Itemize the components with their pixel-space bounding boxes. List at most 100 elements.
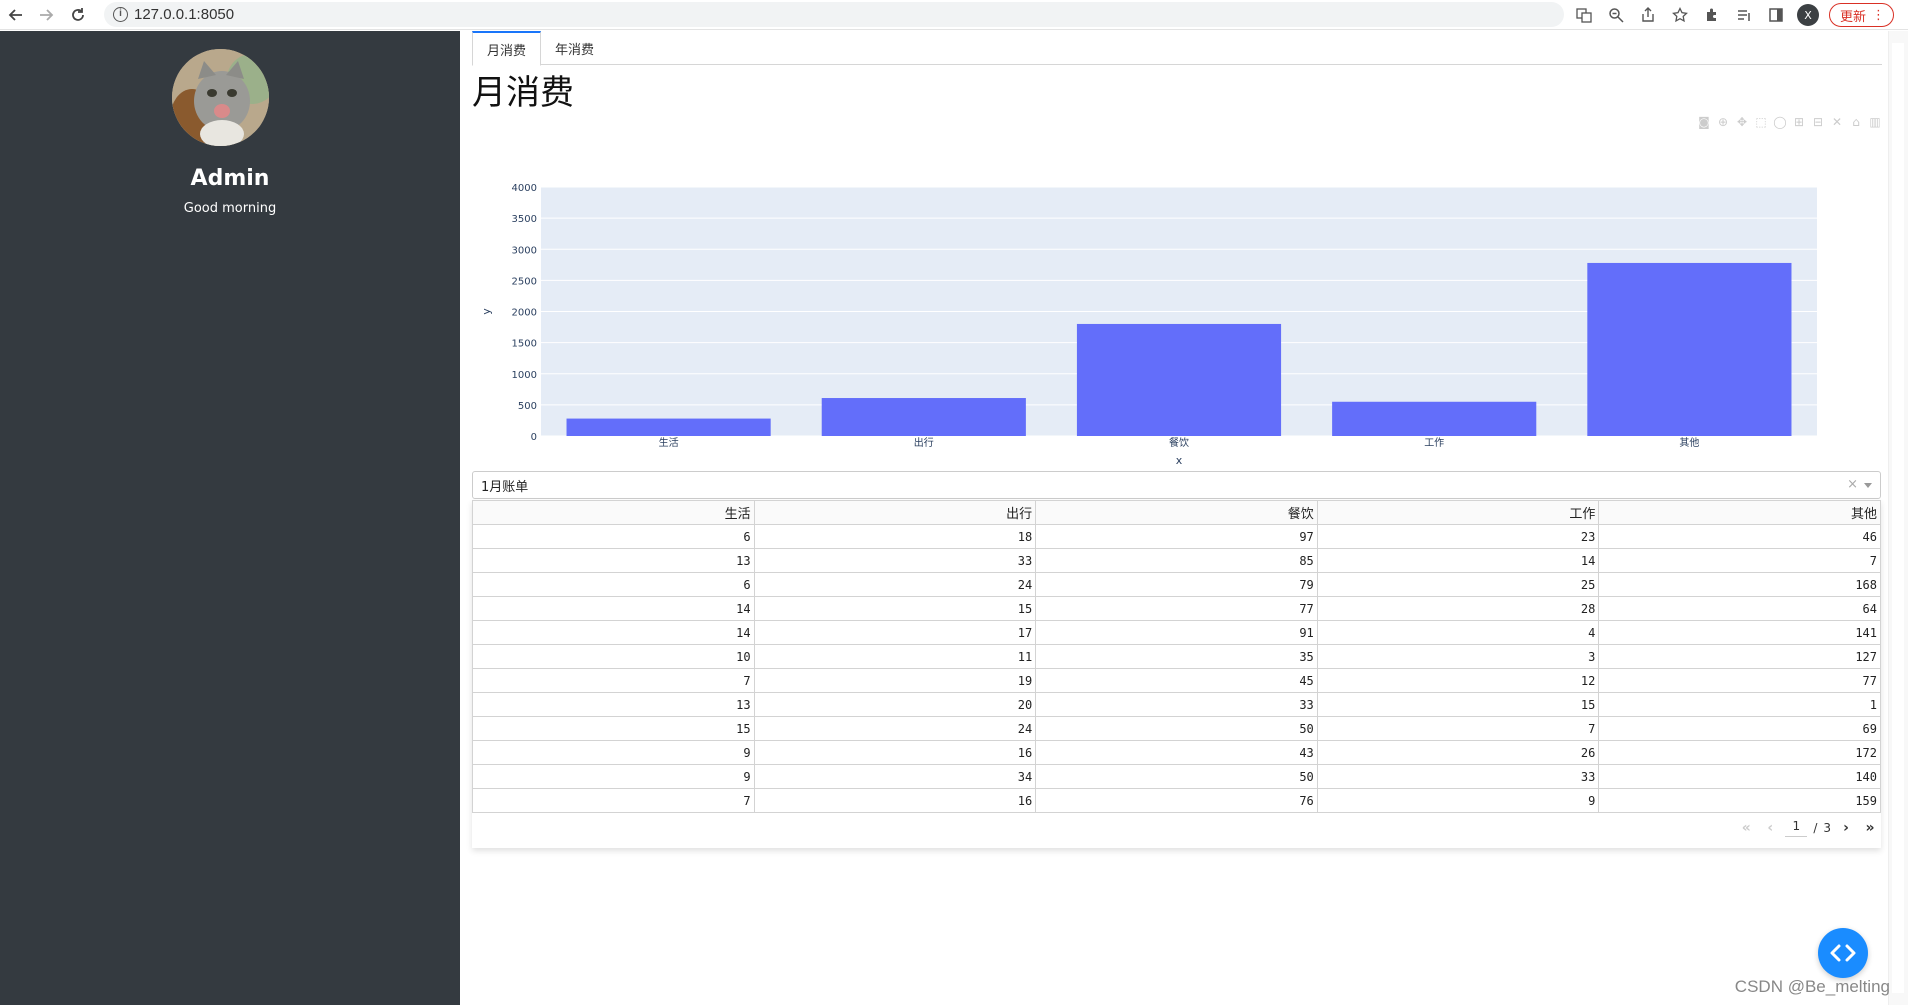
table-cell[interactable]: 7 <box>1316 716 1600 741</box>
table-cell[interactable]: 17 <box>753 620 1037 645</box>
column-header[interactable]: 工作 <box>1316 500 1600 525</box>
table-cell[interactable]: 7 <box>1598 548 1881 573</box>
table-cell[interactable]: 141 <box>1598 620 1881 645</box>
table-cell[interactable]: 45 <box>1035 668 1318 693</box>
extensions-icon[interactable] <box>1701 4 1723 26</box>
table-cell[interactable]: 19 <box>753 668 1037 693</box>
column-header[interactable]: 餐饮 <box>1035 500 1318 525</box>
zoom-icon[interactable] <box>1605 4 1627 26</box>
table-cell[interactable]: 9 <box>472 764 755 789</box>
clear-icon[interactable]: × <box>1847 477 1858 492</box>
table-cell[interactable]: 168 <box>1598 572 1881 597</box>
table-cell[interactable]: 20 <box>753 692 1037 717</box>
reading-list-icon[interactable] <box>1733 4 1755 26</box>
table-cell[interactable]: 33 <box>1316 764 1600 789</box>
table-cell[interactable]: 28 <box>1316 596 1600 621</box>
table-cell[interactable]: 50 <box>1035 764 1318 789</box>
table-cell[interactable]: 10 <box>472 644 755 669</box>
page-scrollbar[interactable] <box>1888 31 1908 1005</box>
table-cell[interactable]: 33 <box>753 548 1037 573</box>
table-cell[interactable]: 14 <box>1316 548 1600 573</box>
reload-icon[interactable] <box>66 3 90 27</box>
table-cell[interactable]: 91 <box>1035 620 1318 645</box>
lasso-icon[interactable]: ◯ <box>1773 115 1787 129</box>
zoom-icon[interactable]: ⊕ <box>1716 115 1730 129</box>
table-cell[interactable]: 24 <box>753 716 1037 741</box>
table-cell[interactable]: 34 <box>753 764 1037 789</box>
share-icon[interactable] <box>1637 4 1659 26</box>
table-cell[interactable]: 14 <box>472 596 755 621</box>
table-cell[interactable]: 13 <box>472 548 755 573</box>
first-page-button[interactable]: « <box>1737 818 1755 838</box>
chevron-down-icon[interactable] <box>1864 483 1872 488</box>
table-cell[interactable]: 127 <box>1598 644 1881 669</box>
update-button[interactable]: 更新 ⋮ <box>1828 3 1894 27</box>
table-cell[interactable]: 6 <box>472 524 755 549</box>
pan-icon[interactable]: ✥ <box>1735 115 1749 129</box>
tab-yearly[interactable]: 年消费 <box>541 31 608 65</box>
table-cell[interactable]: 15 <box>1316 692 1600 717</box>
table-cell[interactable]: 15 <box>472 716 755 741</box>
table-cell[interactable]: 15 <box>753 596 1037 621</box>
back-icon[interactable] <box>4 3 28 27</box>
table-cell[interactable]: 18 <box>753 524 1037 549</box>
table-cell[interactable]: 3 <box>1316 644 1600 669</box>
table-cell[interactable]: 140 <box>1598 764 1881 789</box>
table-cell[interactable]: 97 <box>1035 524 1318 549</box>
table-cell[interactable]: 77 <box>1598 668 1881 693</box>
column-header[interactable]: 其他 <box>1598 500 1881 525</box>
table-cell[interactable]: 12 <box>1316 668 1600 693</box>
camera-icon[interactable]: ◙ <box>1697 115 1711 129</box>
table-cell[interactable]: 23 <box>1316 524 1600 549</box>
table-cell[interactable]: 77 <box>1035 596 1318 621</box>
page-input[interactable]: 1 <box>1785 819 1808 837</box>
table-cell[interactable]: 24 <box>753 572 1037 597</box>
forward-icon[interactable] <box>34 3 58 27</box>
profile-avatar[interactable]: X <box>1796 4 1819 26</box>
last-page-button[interactable]: » <box>1861 818 1879 838</box>
home-icon[interactable]: ⌂ <box>1849 115 1863 129</box>
bookmark-star-icon[interactable] <box>1669 4 1691 26</box>
translate-icon[interactable] <box>1573 4 1595 26</box>
table-cell[interactable]: 43 <box>1035 740 1318 765</box>
zoom-in-icon[interactable]: ⊞ <box>1792 115 1806 129</box>
table-cell[interactable]: 6 <box>472 572 755 597</box>
box-select-icon[interactable]: ⬚ <box>1754 115 1768 129</box>
table-cell[interactable]: 46 <box>1598 524 1881 549</box>
table-cell[interactable]: 69 <box>1598 716 1881 741</box>
table-cell[interactable]: 50 <box>1035 716 1318 741</box>
next-page-button[interactable]: › <box>1837 818 1855 838</box>
scroll-thumb[interactable] <box>1892 43 1904 993</box>
table-cell[interactable]: 79 <box>1035 572 1318 597</box>
table-cell[interactable]: 7 <box>472 788 755 813</box>
table-cell[interactable]: 11 <box>753 644 1037 669</box>
prev-page-button[interactable]: ‹ <box>1761 818 1779 838</box>
month-dropdown[interactable]: 1月账单 × <box>472 471 1881 499</box>
table-cell[interactable]: 14 <box>472 620 755 645</box>
side-panel-icon[interactable] <box>1765 4 1787 26</box>
table-cell[interactable]: 64 <box>1598 596 1881 621</box>
table-cell[interactable]: 9 <box>1316 788 1600 813</box>
table-cell[interactable]: 16 <box>753 788 1037 813</box>
table-cell[interactable]: 1 <box>1598 692 1881 717</box>
table-cell[interactable]: 35 <box>1035 644 1318 669</box>
autoscale-icon[interactable]: ✕ <box>1830 115 1844 129</box>
plotly-logo-icon[interactable]: ▥ <box>1868 115 1882 129</box>
table-cell[interactable]: 13 <box>472 692 755 717</box>
zoom-out-icon[interactable]: ⊟ <box>1811 115 1825 129</box>
table-cell[interactable]: 26 <box>1316 740 1600 765</box>
table-cell[interactable]: 4 <box>1316 620 1600 645</box>
table-cell[interactable]: 9 <box>472 740 755 765</box>
table-cell[interactable]: 85 <box>1035 548 1318 573</box>
table-cell[interactable]: 7 <box>472 668 755 693</box>
site-info-icon[interactable]: i <box>113 7 128 22</box>
table-cell[interactable]: 159 <box>1598 788 1881 813</box>
tab-monthly[interactable]: 月消费 <box>472 31 542 66</box>
table-cell[interactable]: 76 <box>1035 788 1318 813</box>
dash-devtools-button[interactable] <box>1818 928 1868 978</box>
table-cell[interactable]: 172 <box>1598 740 1881 765</box>
table-cell[interactable]: 25 <box>1316 572 1600 597</box>
address-bar[interactable]: i 127.0.0.1:8050 <box>104 2 1564 27</box>
column-header[interactable]: 出行 <box>753 500 1037 525</box>
table-cell[interactable]: 33 <box>1035 692 1318 717</box>
